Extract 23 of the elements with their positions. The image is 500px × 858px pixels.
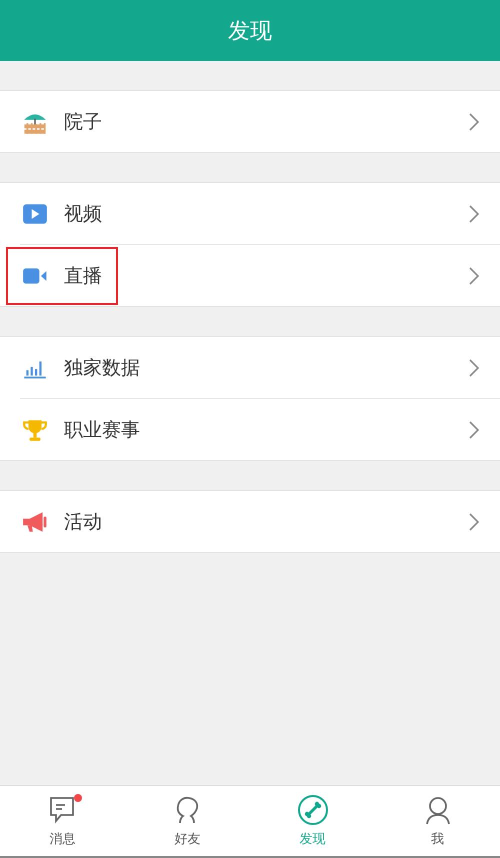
menu-item[interactable]: 活动 <box>0 491 500 552</box>
menu-label: 直播 <box>64 264 102 288</box>
menu-label: 独家数据 <box>64 356 140 380</box>
chevron-right-icon <box>468 420 480 440</box>
chevron-right-icon <box>468 358 480 378</box>
chevron-right-icon <box>468 204 480 224</box>
bone-icon <box>296 794 328 826</box>
page-title: 发现 <box>228 18 272 46</box>
menu-item[interactable]: 职业赛事 <box>0 399 500 460</box>
chevron-right-icon <box>468 266 480 286</box>
menu-item[interactable]: 直播 <box>0 245 500 306</box>
chevron-right-icon <box>468 112 480 132</box>
menu-label: 活动 <box>64 510 102 534</box>
tab[interactable]: 消息 <box>0 786 125 856</box>
menu-item[interactable]: 独家数据 <box>0 337 500 398</box>
menu-item[interactable]: 院子 <box>0 91 500 152</box>
menu-item[interactable]: 视频 <box>0 183 500 244</box>
menu-label: 职业赛事 <box>64 418 140 442</box>
menu-label: 视频 <box>64 202 102 226</box>
tab[interactable]: 好友 <box>125 786 250 856</box>
chevron-right-icon <box>468 512 480 532</box>
tab[interactable]: 我 <box>375 786 500 856</box>
menu-label: 院子 <box>64 110 102 134</box>
